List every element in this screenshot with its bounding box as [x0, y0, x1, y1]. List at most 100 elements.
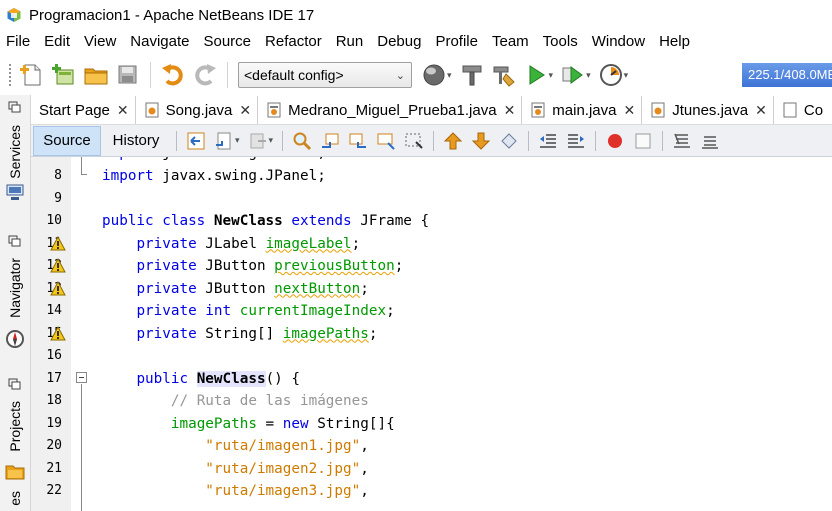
- menu-file[interactable]: File: [0, 30, 37, 54]
- debug-button[interactable]: [557, 59, 589, 91]
- tab-label: main.java: [552, 101, 617, 119]
- tab-main-java[interactable]: main.java ✕: [522, 96, 643, 124]
- start-macro-recording-button[interactable]: [603, 129, 627, 153]
- tab-co[interactable]: Co: [774, 96, 829, 124]
- toolbar-separator: [282, 130, 284, 151]
- code-line: 8 import javax.swing.JPanel;: [31, 165, 832, 188]
- run-icon: [529, 65, 545, 85]
- close-icon[interactable]: ✕: [239, 102, 251, 119]
- new-project-button[interactable]: [48, 59, 80, 91]
- last-edit-button[interactable]: [184, 129, 208, 153]
- code-text: private JButton previousButton;: [136, 258, 404, 274]
- menu-edit[interactable]: Edit: [37, 30, 77, 54]
- tab-label: Medrano_Miguel_Prueba1.java: [288, 101, 497, 119]
- toolbar-separator: [595, 130, 597, 151]
- comment-button[interactable]: [670, 129, 694, 153]
- services-icon[interactable]: [5, 183, 25, 203]
- editor-toolbar: Source History ▾ ▾: [31, 125, 832, 157]
- clean-build-button[interactable]: [488, 59, 520, 91]
- tab-song-java[interactable]: Song.java ✕: [136, 96, 259, 124]
- tab-jtunes-java[interactable]: Jtunes.java ✕: [642, 96, 774, 124]
- config-select[interactable]: <default config> ⌄: [238, 62, 412, 88]
- close-icon[interactable]: ✕: [624, 102, 636, 119]
- globe-button[interactable]: [418, 59, 450, 91]
- open-project-button[interactable]: [80, 59, 112, 91]
- shift-left-button[interactable]: [536, 129, 560, 153]
- find-previous-button[interactable]: [318, 129, 342, 153]
- memory-usage-indicator[interactable]: 225.1/408.0MB: [742, 63, 832, 87]
- line-number: 16: [46, 348, 62, 363]
- config-select-value: <default config>: [244, 67, 344, 83]
- toggle-highlight-button[interactable]: [402, 129, 426, 153]
- minimize-group-icon[interactable]: [8, 101, 22, 113]
- redo-button[interactable]: [189, 59, 221, 91]
- find-next-button[interactable]: [346, 129, 370, 153]
- toggle-bookmark-button[interactable]: [497, 129, 521, 153]
- menu-team[interactable]: Team: [485, 30, 536, 54]
- menu-refactor[interactable]: Refactor: [258, 30, 329, 54]
- stop-macro-recording-button[interactable]: [631, 129, 655, 153]
- close-icon[interactable]: ✕: [504, 102, 516, 119]
- dropdown-arrow-icon[interactable]: ▾: [624, 70, 629, 81]
- files-panel-tab[interactable]: es: [7, 491, 23, 506]
- menu-window[interactable]: Window: [585, 30, 652, 54]
- tab-start-page[interactable]: Start Page ✕: [31, 96, 136, 124]
- navigator-panel-tab[interactable]: Navigator: [7, 258, 23, 318]
- projects-panel-tab[interactable]: Projects: [7, 401, 23, 452]
- java-form-file-icon: [531, 102, 545, 118]
- code-line: 21 "ruta/imagen2.jpg",: [31, 458, 832, 481]
- toolbar-grip[interactable]: [8, 63, 12, 87]
- projects-icon[interactable]: [5, 461, 25, 481]
- warning-icon[interactable]: [50, 258, 66, 274]
- dropdown-arrow-icon[interactable]: ▾: [586, 70, 591, 81]
- code-editor[interactable]: 7 import javax.swing.JLabel; 8 import ja…: [31, 157, 832, 511]
- close-icon[interactable]: ✕: [117, 102, 129, 119]
- clean-build-hammer-button[interactable]: [456, 59, 488, 91]
- line-number: 19: [46, 415, 62, 431]
- minimize-group-icon[interactable]: [8, 378, 22, 390]
- toolbar-separator: [227, 62, 228, 88]
- find-selection-button[interactable]: [374, 129, 398, 153]
- warning-icon[interactable]: [50, 235, 66, 252]
- minimize-group-icon[interactable]: [8, 235, 22, 247]
- back-button[interactable]: [212, 129, 236, 153]
- history-view-button[interactable]: History: [101, 126, 171, 156]
- menu-navigate[interactable]: Navigate: [123, 30, 196, 54]
- menu-profile[interactable]: Profile: [428, 30, 485, 54]
- menu-help[interactable]: Help: [652, 30, 697, 54]
- undo-button[interactable]: [157, 59, 189, 91]
- previous-bookmark-button[interactable]: [441, 129, 465, 153]
- save-all-button[interactable]: [112, 59, 144, 91]
- menu-view[interactable]: View: [77, 30, 123, 54]
- search-icon: [293, 132, 312, 150]
- source-view-button[interactable]: Source: [33, 125, 101, 156]
- code-text: private JButton nextButton;: [136, 280, 369, 297]
- find-button[interactable]: [290, 129, 314, 153]
- menu-tools[interactable]: Tools: [536, 30, 585, 54]
- tab-medrano-miguel-prueba1-java[interactable]: Medrano_Miguel_Prueba1.java ✕: [258, 96, 523, 124]
- warning-icon[interactable]: [50, 280, 66, 297]
- code-text: private String[] imagePaths;: [136, 325, 378, 342]
- new-file-button[interactable]: [16, 59, 48, 91]
- dropdown-arrow-icon[interactable]: ▾: [269, 135, 274, 146]
- editor-tabs: Start Page ✕ Song.java ✕ Medrano_Miguel_…: [31, 95, 832, 125]
- dropdown-arrow-icon[interactable]: ▾: [235, 135, 240, 146]
- menu-run[interactable]: Run: [329, 30, 371, 54]
- services-panel-tab[interactable]: Services: [7, 125, 23, 179]
- dropdown-arrow-icon[interactable]: ▾: [447, 70, 452, 81]
- next-bookmark-button[interactable]: [469, 129, 493, 153]
- profile-button[interactable]: [595, 59, 627, 91]
- close-icon[interactable]: ✕: [755, 102, 767, 119]
- menu-source[interactable]: Source: [196, 30, 258, 54]
- run-button[interactable]: [520, 59, 552, 91]
- dropdown-arrow-icon[interactable]: ▾: [549, 70, 554, 81]
- code-line: 13 private JButton nextButton;: [31, 278, 832, 301]
- code-line: 17 public NewClass() {: [31, 368, 832, 391]
- shift-right-button[interactable]: [564, 129, 588, 153]
- menu-debug[interactable]: Debug: [370, 30, 428, 54]
- uncomment-button[interactable]: [698, 129, 722, 153]
- undo-icon: [162, 64, 183, 86]
- forward-button[interactable]: [246, 129, 270, 153]
- compass-icon[interactable]: [5, 329, 25, 349]
- warning-icon[interactable]: [50, 325, 66, 342]
